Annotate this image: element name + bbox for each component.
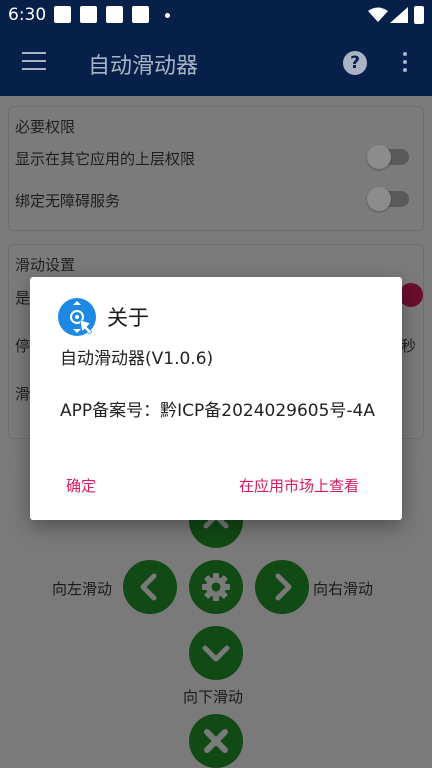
version-text: 自动滑动器(V1.0.6) xyxy=(60,349,214,369)
accessibility-service-switch[interactable] xyxy=(367,187,409,211)
swipe-left-label: 向左滑动 xyxy=(52,580,113,598)
about-dialog: 关于 自动滑动器(V1.0.6) APP备案号：黔ICP备2024029605号… xyxy=(30,277,402,520)
chevron-left-icon xyxy=(140,573,157,601)
dialog-title: 关于 xyxy=(107,306,149,330)
icp-record-text: APP备案号：黔ICP备2024029605号-4A xyxy=(60,401,376,421)
swipe-setting-row-3: 滑 xyxy=(15,385,31,403)
permissions-title: 必要权限 xyxy=(15,118,76,136)
app-title: 自动滑动器 xyxy=(88,54,199,79)
notification-icon xyxy=(106,6,123,23)
status-time: 6:30 xyxy=(8,5,47,25)
battery-icon xyxy=(414,6,424,24)
swipe-switch-on[interactable] xyxy=(399,283,423,307)
swipe-setting-row-2: 停 xyxy=(15,337,31,355)
close-icon xyxy=(204,729,228,753)
notification-icon xyxy=(132,6,149,23)
confirm-button[interactable]: 确定 xyxy=(66,475,96,496)
accessibility-service-label: 绑定无障碍服务 xyxy=(15,192,121,210)
chevron-down-icon xyxy=(202,645,230,662)
settings-button[interactable] xyxy=(189,560,243,614)
stop-button[interactable] xyxy=(189,714,243,768)
signal-icon xyxy=(390,7,408,23)
swipe-down-label: 向下滑动 xyxy=(183,688,244,706)
wifi-icon xyxy=(368,7,388,22)
chevron-right-icon xyxy=(275,573,292,601)
swipe-left-button[interactable] xyxy=(123,560,177,614)
swipe-setting-row-1: 是 xyxy=(15,289,31,307)
swipe-settings-title: 滑动设置 xyxy=(15,256,76,274)
swipe-right-label: 向右滑动 xyxy=(313,580,374,598)
help-icon[interactable]: ? xyxy=(343,51,367,75)
swipe-down-button[interactable] xyxy=(189,626,243,680)
more-vert-icon[interactable] xyxy=(403,52,409,76)
app-logo-icon xyxy=(58,298,96,336)
status-bar: 6:30 xyxy=(0,0,432,30)
swipe-right-button[interactable] xyxy=(255,560,309,614)
permissions-card: 必要权限 显示在其它应用的上层权限 绑定无障碍服务 xyxy=(8,106,424,231)
app-bar: 自动滑动器 ? xyxy=(0,30,432,96)
gear-icon xyxy=(202,573,230,601)
overlay-permission-switch[interactable] xyxy=(367,145,409,169)
notification-icon xyxy=(54,6,71,23)
view-in-app-market-button[interactable]: 在应用市场上查看 xyxy=(239,475,359,496)
more-notifications-dot-icon xyxy=(165,13,170,18)
hamburger-menu-icon[interactable] xyxy=(22,52,46,72)
overlay-permission-label: 显示在其它应用的上层权限 xyxy=(15,150,196,168)
notification-icon xyxy=(80,6,97,23)
seconds-unit-label: 秒 xyxy=(401,337,417,355)
